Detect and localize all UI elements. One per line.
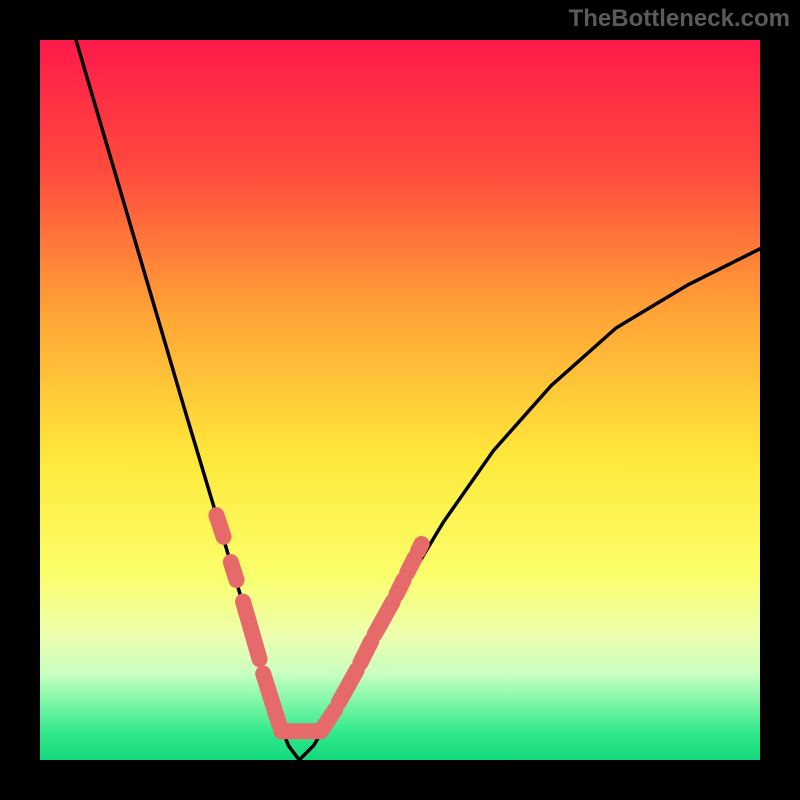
marker-seg-7 bbox=[360, 641, 371, 663]
marker-seg-10 bbox=[407, 558, 414, 572]
marker-seg-9 bbox=[396, 580, 403, 594]
marker-seg-1 bbox=[231, 562, 237, 580]
marker-seg-11 bbox=[418, 544, 422, 551]
bottleneck-chart: TheBottleneck.com bbox=[0, 0, 800, 800]
plot-background bbox=[40, 40, 760, 760]
marker-seg-0 bbox=[216, 515, 223, 537]
attribution-text: TheBottleneck.com bbox=[569, 5, 790, 32]
